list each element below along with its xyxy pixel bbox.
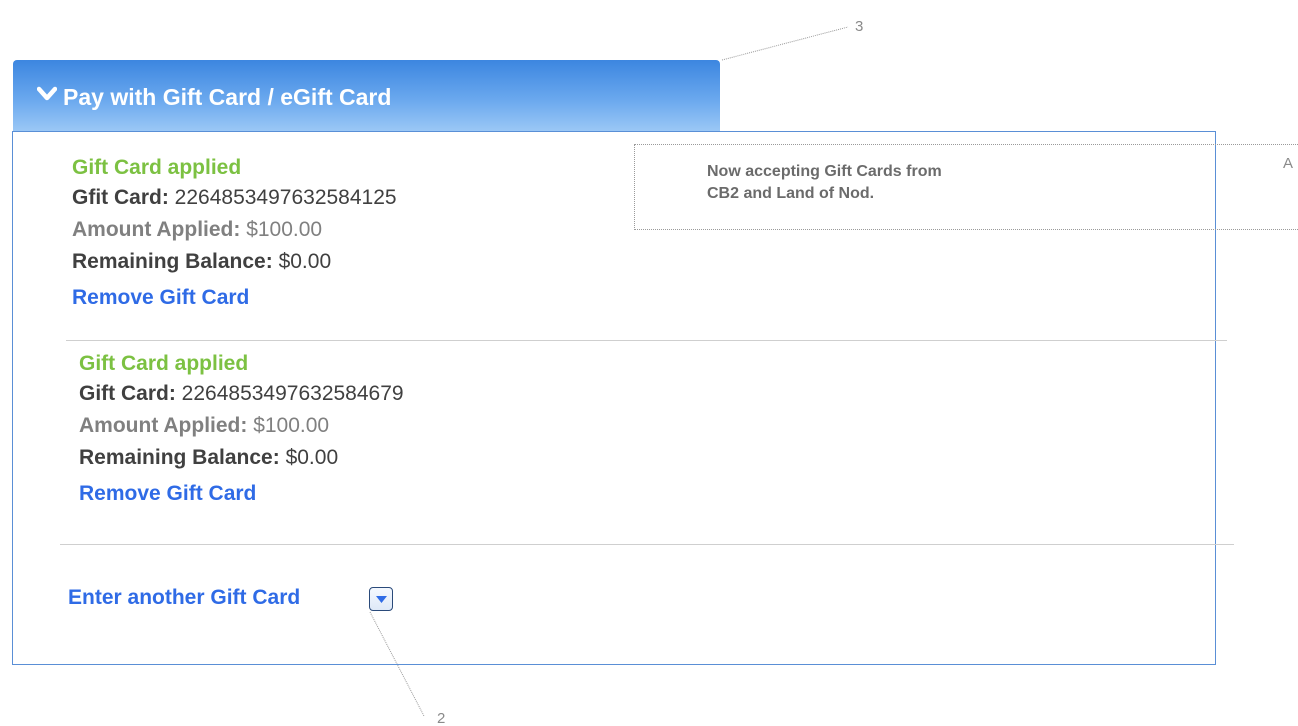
divider xyxy=(66,340,1227,341)
enter-gift-card-dropdown-button[interactable] xyxy=(369,587,393,611)
remaining-balance-label: Remaining Balance: xyxy=(79,446,280,469)
applied-gift-card-2: Gift Card applied Gift Card: 22648534976… xyxy=(79,350,404,506)
enter-another-gift-card-link[interactable]: Enter another Gift Card xyxy=(68,586,300,610)
annotation-2: 2 xyxy=(437,710,446,726)
dropdown-arrow-icon xyxy=(376,596,387,603)
card-status: Gift Card applied xyxy=(79,352,249,375)
remove-gift-card-link[interactable]: Remove Gift Card xyxy=(72,286,249,310)
amount-applied-label: Amount Applied: xyxy=(79,414,248,437)
amount-applied-label: Amount Applied: xyxy=(72,218,241,241)
remaining-balance-label: Remaining Balance: xyxy=(72,250,273,273)
gift-card-section-header[interactable]: Pay with Gift Card / eGift Card xyxy=(13,60,720,132)
amount-applied-value: $100.00 xyxy=(246,218,323,241)
section-title: Pay with Gift Card / eGift Card xyxy=(63,84,392,110)
amount-applied-row: Amount Applied: $100.00 xyxy=(72,214,397,246)
remaining-balance-value: $0.00 xyxy=(278,250,332,273)
amount-applied-row: Amount Applied: $100.00 xyxy=(79,410,404,442)
remaining-balance-row: Remaining Balance: $0.00 xyxy=(72,246,397,278)
card-number-value: 2264853497632584125 xyxy=(174,186,397,209)
card-number-label: Gift Card: xyxy=(79,382,176,405)
chevron-down-icon xyxy=(37,86,57,101)
card-status: Gift Card applied xyxy=(72,156,242,179)
remaining-balance-value: $0.00 xyxy=(285,446,339,469)
remaining-balance-row: Remaining Balance: $0.00 xyxy=(79,442,404,474)
card-number-row: Gfit Card: 2264853497632584125 xyxy=(72,182,397,214)
card-number-label: Gfit Card: xyxy=(72,186,169,209)
remove-gift-card-link[interactable]: Remove Gift Card xyxy=(79,482,256,506)
annotation-3: 3 xyxy=(855,18,864,35)
card-number-value: 2264853497632584679 xyxy=(181,382,404,405)
notice-box: Now accepting Gift Cards from CB2 and La… xyxy=(634,144,1298,230)
notice-line-1: Now accepting Gift Cards from xyxy=(707,163,942,180)
applied-gift-card-1: Gift Card applied Gfit Card: 22648534976… xyxy=(72,154,397,310)
divider xyxy=(60,544,1234,545)
card-number-row: Gift Card: 2264853497632584679 xyxy=(79,378,404,410)
gift-card-page: 3 A 2 Pay with Gift Card / eGift Card Gi… xyxy=(0,0,1298,726)
amount-applied-value: $100.00 xyxy=(253,414,330,437)
notice-text: Now accepting Gift Cards from CB2 and La… xyxy=(707,161,1067,205)
notice-line-2: CB2 and Land of Nod. xyxy=(707,185,875,202)
